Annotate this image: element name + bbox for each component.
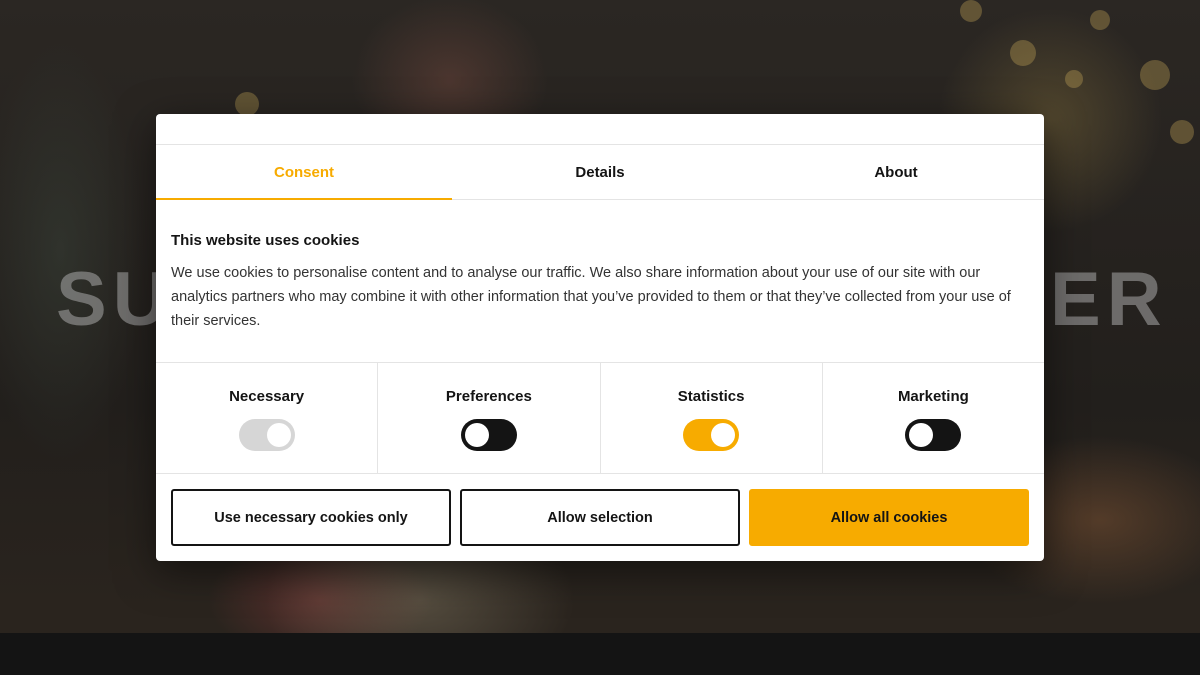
allow-all-cookies-button[interactable]: Allow all cookies [749, 489, 1029, 546]
consent-actions: Use necessary cookies only Allow selecti… [156, 474, 1044, 561]
use-necessary-only-button[interactable]: Use necessary cookies only [171, 489, 451, 546]
toggle-label-marketing: Marketing [897, 388, 969, 405]
tab-consent[interactable]: Consent [156, 145, 452, 200]
consent-description: We use cookies to personalise content an… [171, 265, 1011, 329]
tab-about[interactable]: About [748, 145, 1044, 199]
cookie-consent-dialog: Consent Details About This website uses … [156, 114, 1044, 561]
toggle-knob [711, 423, 736, 447]
dialog-header [156, 114, 1044, 145]
statistics-toggle[interactable] [683, 419, 740, 451]
cookie-category-toggles: Necessary Preferences Statistics Marketi… [156, 363, 1044, 474]
toggle-label-statistics: Statistics [677, 388, 745, 405]
toggle-label-necessary: Necessary [229, 388, 305, 405]
consent-title: This website uses cookies [171, 232, 360, 249]
toggle-knob [909, 423, 934, 447]
tab-details[interactable]: Details [452, 145, 748, 199]
toggle-cell-necessary: Necessary [156, 363, 379, 473]
page-footer-band [0, 633, 1200, 675]
preferences-toggle[interactable] [460, 419, 517, 451]
necessary-toggle[interactable] [238, 419, 295, 451]
toggle-cell-preferences: Preferences [378, 363, 601, 473]
consent-tabs: Consent Details About [156, 145, 1044, 200]
toggle-knob [464, 423, 489, 447]
toggle-cell-marketing: Marketing [823, 363, 1044, 473]
toggle-cell-statistics: Statistics [601, 363, 823, 473]
toggle-label-preferences: Preferences [445, 388, 532, 405]
consent-body: This website uses cookies We use cookies… [156, 200, 1044, 363]
marketing-toggle[interactable] [905, 419, 962, 451]
toggle-knob [266, 423, 291, 447]
allow-selection-button[interactable]: Allow selection [460, 489, 740, 546]
hero-heading-right: ER [1050, 257, 1168, 342]
